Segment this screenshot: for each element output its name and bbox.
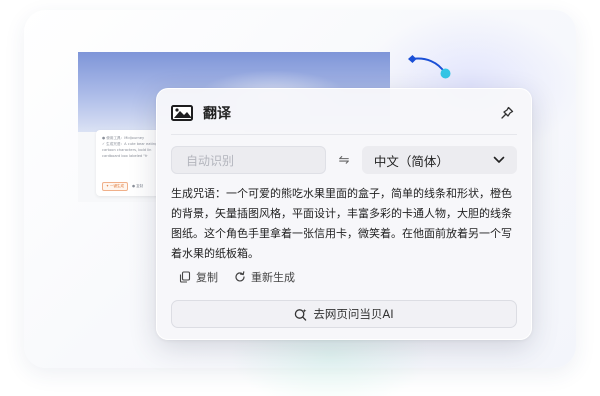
regenerate-button[interactable]: 重新生成 [234,269,295,285]
background-copy-chip: ● 复制 [132,184,144,188]
copy-label: 复制 [196,271,218,284]
translate-logo-icon [171,105,193,121]
refresh-icon [235,271,245,282]
ask-ai-label: 去网页问当贝AI [313,307,394,321]
source-language-input[interactable]: 自动识别 [171,146,327,174]
ask-ai-button[interactable]: 去网页问当贝AI [171,300,517,328]
translation-panel: 翻译 自动识别 ⇋ 中文（简体） 生成咒语：一个可爱的熊吃水果里面的盒子，简单的… [156,88,532,340]
chevron-down-icon [493,156,505,163]
source-language-placeholder: 自动识别 [186,153,235,168]
ai-search-icon [295,308,307,321]
panel-title: 翻译 [203,106,231,122]
target-language-select[interactable]: 中文（简体） [361,146,517,174]
background-generate-chip: ✦ 一键生成 [102,182,129,191]
copy-icon [179,271,191,283]
result-actions: 复制 重新生成 [179,269,295,285]
copy-button[interactable]: 复制 [179,269,218,285]
pin-icon[interactable] [499,105,515,121]
header-divider [171,134,517,135]
translation-result: 生成咒语：一个可爱的熊吃水果里面的盒子，简单的线条和形状，橙色的背景，矢量插图风… [171,187,512,260]
panel-header: 翻译 [171,101,517,125]
target-language-label: 中文（简体） [373,153,449,169]
language-selector-row: 自动识别 ⇋ 中文（简体） [171,146,517,174]
connector-arrow-icon [408,55,451,79]
swap-icon[interactable]: ⇋ [326,153,362,168]
regenerate-label: 重新生成 [251,271,295,284]
